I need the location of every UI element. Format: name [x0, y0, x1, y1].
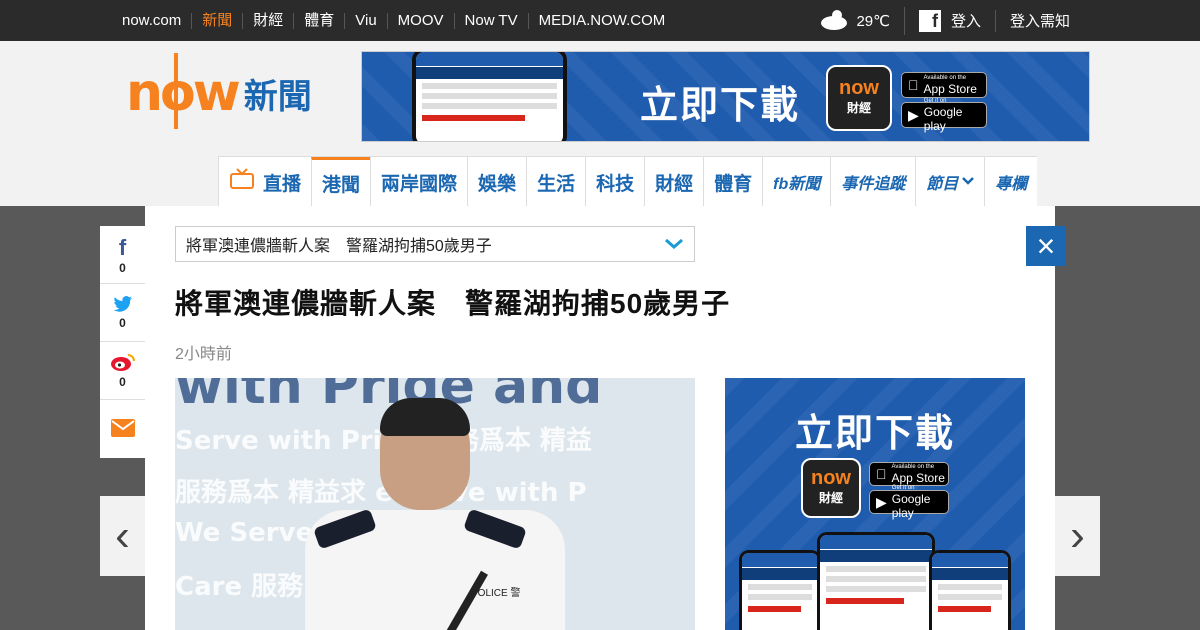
- top-nav-media[interactable]: MEDIA.NOW.COM: [529, 12, 676, 29]
- main-nav: 直播 港聞 兩岸國際 娛樂 生活 科技 財經 體育 fb新聞 事件追蹤 節目 專…: [218, 156, 1038, 207]
- banner-phone-image: [412, 52, 567, 141]
- nav-live[interactable]: 直播: [218, 157, 311, 207]
- facebook-share-icon: f: [118, 234, 127, 260]
- login-info-link[interactable]: 登入需知: [996, 10, 1070, 31]
- top-banner-ad[interactable]: 立即下載 now財經  Available on theApp Store ▶…: [361, 51, 1090, 142]
- site-header: now 新聞 立即下載 now財經  Available on theApp …: [0, 41, 1200, 207]
- nav-local-news[interactable]: 港聞: [311, 157, 371, 207]
- share-sidebar: f 0 0 0: [100, 226, 145, 458]
- twitter-icon: [113, 295, 133, 316]
- share-facebook[interactable]: f 0: [100, 226, 145, 284]
- ad-phone-image-right: [929, 550, 1011, 630]
- ad-phone-image-center: [817, 532, 935, 630]
- play-icon: ▶: [876, 493, 887, 510]
- weather: 29℃: [820, 6, 905, 35]
- nav-columns[interactable]: 專欄: [984, 157, 1037, 207]
- nav-sports[interactable]: 體育: [703, 157, 762, 207]
- tv-icon: [229, 168, 255, 196]
- email-icon: [110, 418, 135, 440]
- close-button[interactable]: ×: [1026, 226, 1066, 266]
- banner-headline: 立即下載: [640, 85, 801, 127]
- top-nav-news[interactable]: 新聞: [192, 12, 244, 29]
- share-twitter[interactable]: 0: [100, 284, 145, 342]
- top-right: 29℃ f 登入 登入需知: [820, 0, 1070, 41]
- top-nav-finance[interactable]: 財經: [243, 12, 295, 29]
- previous-article-button[interactable]: ‹: [100, 496, 145, 576]
- article-select[interactable]: 將軍澳連儂牆斬人案 警羅湖拘捕50歲男子: [175, 226, 695, 262]
- now-news-logo[interactable]: now 新聞: [126, 53, 312, 129]
- article-photo[interactable]: with Pride and Serve with Pride 服務爲本 精益 …: [175, 378, 695, 630]
- twitter-share-count: 0: [119, 316, 126, 330]
- nav-finance[interactable]: 財經: [644, 157, 703, 207]
- top-nav-moov[interactable]: MOOV: [388, 12, 455, 29]
- nav-entertainment[interactable]: 娛樂: [467, 157, 526, 207]
- chevron-right-icon: ›: [1070, 511, 1085, 560]
- nav-international[interactable]: 兩岸國際: [370, 157, 467, 207]
- sidebar-google-play-badge[interactable]: ▶ Get it on Google play: [869, 485, 949, 520]
- nav-event-tracking[interactable]: 事件追蹤: [830, 157, 915, 207]
- top-bar: now.com 新聞 財經 體育 Viu MOOV Now TV MEDIA.N…: [0, 0, 1200, 41]
- top-nav-nowcom[interactable]: now.com: [112, 12, 193, 29]
- sidebar-app-icon: now 財經: [801, 458, 861, 518]
- sidebar-ad-headline: 立即下載: [794, 413, 955, 455]
- weather-temperature: 29℃: [856, 12, 890, 30]
- top-nav-nowtv[interactable]: Now TV: [455, 12, 529, 29]
- nav-programs[interactable]: 節目: [915, 157, 984, 207]
- next-article-button[interactable]: ›: [1055, 496, 1100, 576]
- chevron-left-icon: ‹: [115, 511, 130, 560]
- weather-cloud-icon: [820, 7, 856, 35]
- article-timestamp: 2小時前: [175, 346, 232, 363]
- share-weibo[interactable]: 0: [100, 342, 145, 400]
- top-nav: now.com 新聞 財經 體育 Viu MOOV Now TV MEDIA.N…: [112, 0, 675, 41]
- facebook-login[interactable]: f 登入: [905, 9, 996, 32]
- article-title: 將軍澳連儂牆斬人案 警羅湖拘捕50歲男子: [175, 288, 731, 319]
- facebook-icon: f: [918, 9, 941, 32]
- weibo-share-count: 0: [119, 375, 126, 389]
- ad-phone-image-left: [739, 550, 821, 630]
- article-select-value: 將軍澳連儂牆斬人案 警羅湖拘捕50歲男子: [186, 238, 492, 255]
- chevron-down-icon: [664, 235, 684, 256]
- logo-now-text: now: [126, 53, 241, 129]
- facebook-login-label: 登入: [950, 13, 981, 30]
- app-store-badge[interactable]:  Available on theApp Store: [901, 72, 987, 98]
- weibo-icon: [110, 352, 136, 375]
- apple-icon: : [908, 77, 919, 93]
- nav-lifestyle[interactable]: 生活: [526, 157, 585, 207]
- sidebar-app-store-badge[interactable]:  Available on theApp Store: [869, 462, 949, 486]
- nav-technology[interactable]: 科技: [585, 157, 644, 207]
- close-icon: ×: [1036, 228, 1056, 264]
- top-nav-viu[interactable]: Viu: [345, 12, 388, 29]
- facebook-share-count: 0: [119, 260, 126, 275]
- google-play-badge[interactable]: ▶ Get it on Google play: [901, 98, 987, 133]
- nav-fb-news[interactable]: fb新聞: [762, 157, 830, 207]
- chevron-down-icon: [962, 173, 975, 191]
- logo-news-text: 新聞: [243, 77, 312, 116]
- top-nav-sports[interactable]: 體育: [294, 12, 346, 29]
- now-finance-app-icon: now 財經: [826, 65, 892, 131]
- apple-icon: : [876, 466, 887, 482]
- play-icon: ▶: [908, 106, 919, 123]
- article-modal: 將軍澳連儂牆斬人案 警羅湖拘捕50歲男子 將軍澳連儂牆斬人案 警羅湖拘捕50歲男…: [145, 206, 1055, 630]
- sidebar-ad[interactable]: 立即下載 now財經  Available on theApp Store ▶…: [725, 378, 1025, 630]
- share-email[interactable]: [100, 400, 145, 458]
